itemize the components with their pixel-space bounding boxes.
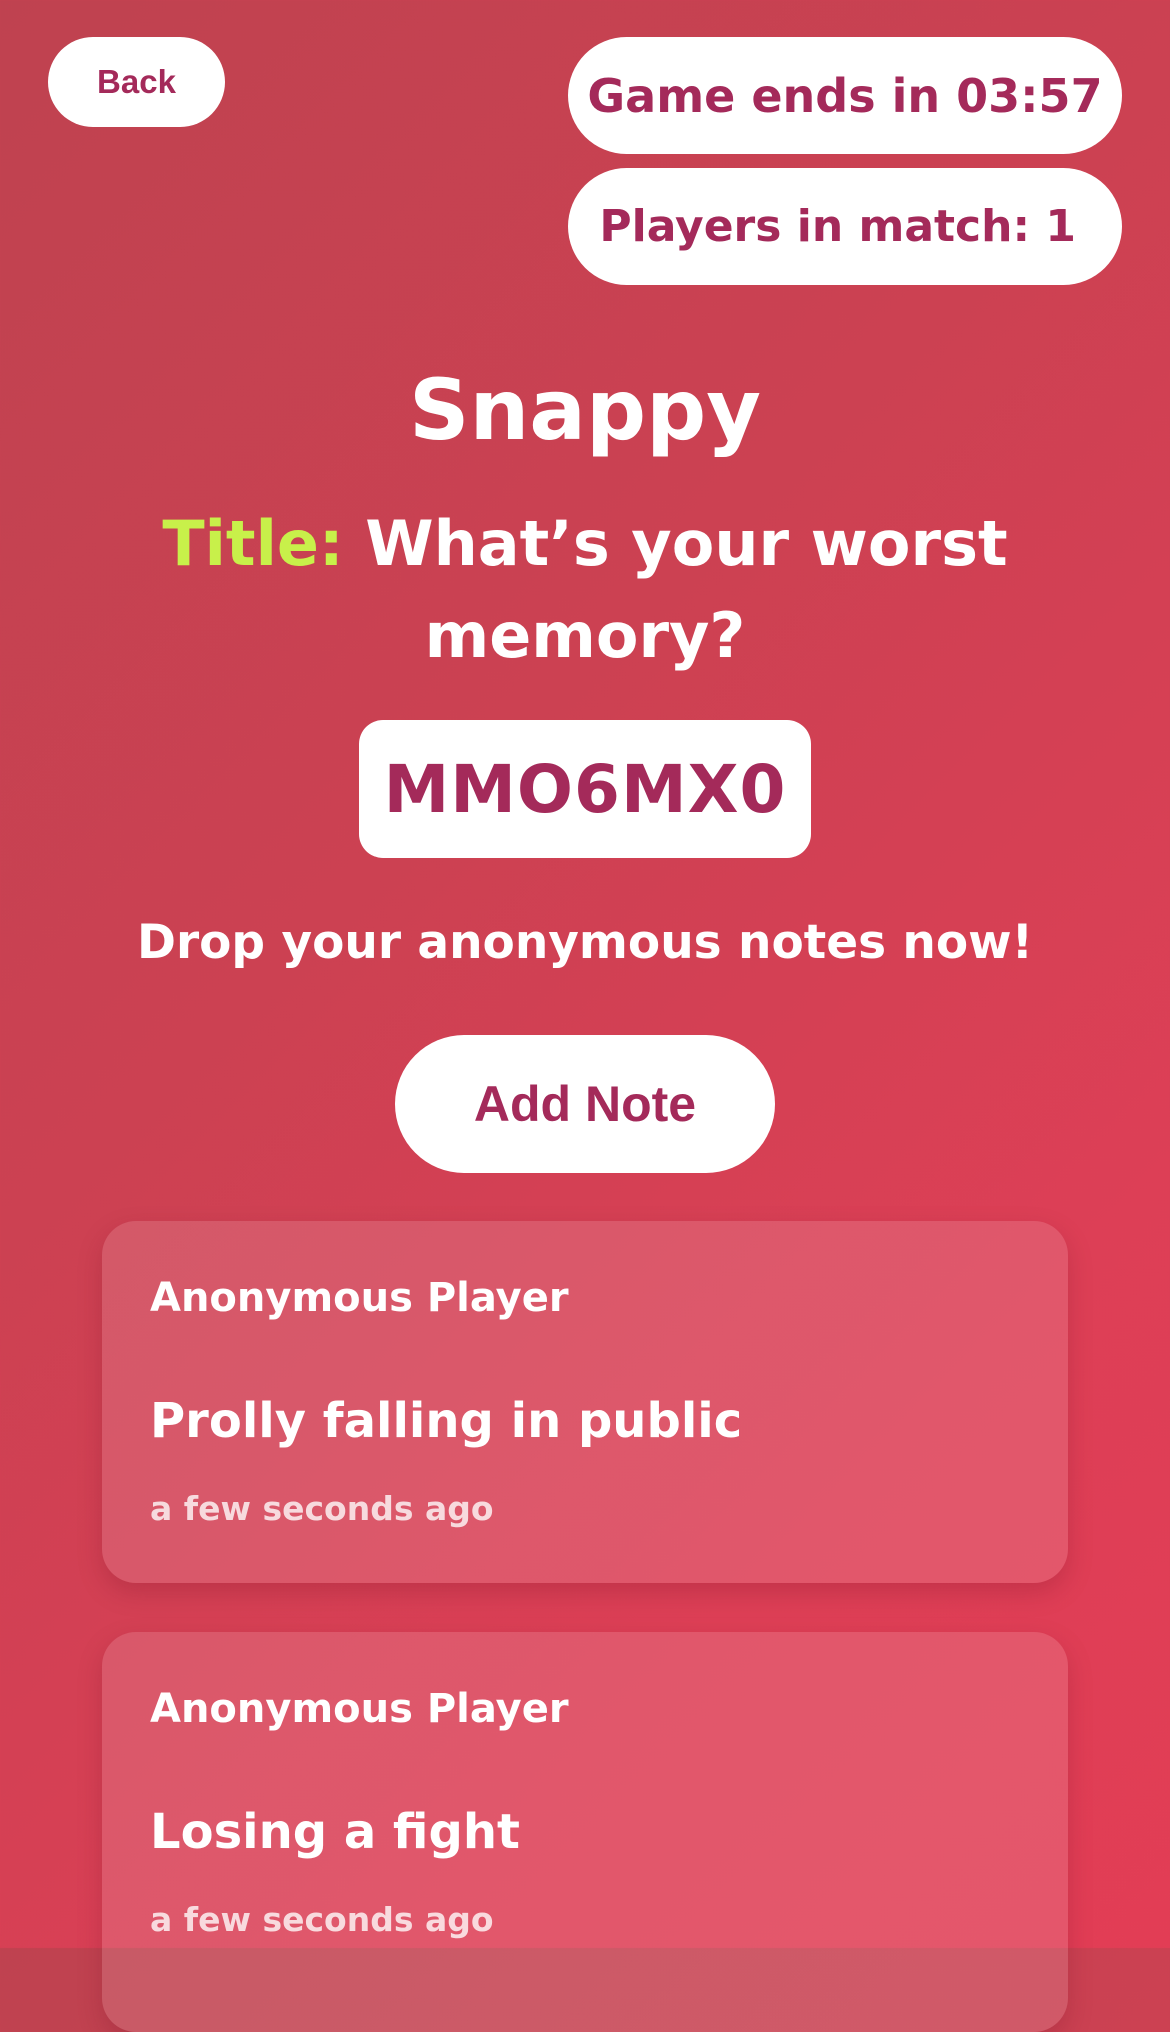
players-count-badge: Players in match: 1 bbox=[568, 168, 1122, 285]
note-text: Losing a fight bbox=[150, 1804, 520, 1860]
back-button[interactable]: Back bbox=[48, 37, 225, 127]
add-note-button[interactable]: Add Note bbox=[395, 1035, 775, 1173]
note-timestamp: a few seconds ago bbox=[150, 1900, 494, 1939]
note-card: Anonymous Player Losing a fight a few se… bbox=[102, 1632, 1068, 2032]
prompt-label: Title: bbox=[162, 507, 344, 580]
prompt-heading: Title: What’s your worst memory? bbox=[150, 498, 1020, 682]
room-code-box: MMO6MX0 bbox=[359, 720, 811, 858]
note-text: Prolly falling in public bbox=[150, 1393, 743, 1449]
note-author: Anonymous Player bbox=[150, 1686, 569, 1732]
note-author: Anonymous Player bbox=[150, 1275, 569, 1321]
note-card: Anonymous Player Prolly falling in publi… bbox=[102, 1221, 1068, 1583]
game-timer-badge: Game ends in 03:57 bbox=[568, 37, 1122, 154]
note-timestamp: a few seconds ago bbox=[150, 1489, 494, 1528]
game-title: Snappy bbox=[409, 361, 761, 459]
instructions-text: Drop your anonymous notes now! bbox=[136, 915, 1034, 970]
prompt-text: What’s your worst memory? bbox=[365, 507, 1008, 672]
